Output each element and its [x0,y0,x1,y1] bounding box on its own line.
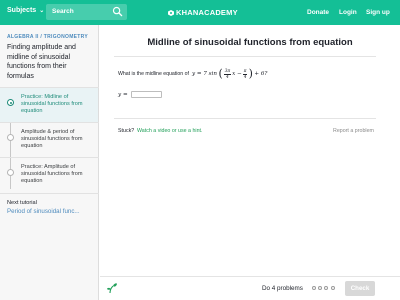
stuck-label: Stuck? [118,128,135,134]
tutorial-title: Finding amplitude and midline of sinusoi… [7,44,76,80]
next-tutorial-link[interactable]: Period of sinusoidal func... [7,208,80,215]
sidebar-item-label: Practice: Midline of sinusoidal function… [21,94,83,114]
login-link[interactable]: Login [339,9,357,16]
fraction: 3π 4 [224,68,231,79]
hint-link[interactable]: Watch a video or use a hint. [137,128,202,134]
answer-row: y = [118,91,162,98]
step-icon [7,134,14,141]
subjects-menu-button[interactable]: Subjects ⌄ [7,7,44,14]
equation-tail: + 6? [254,71,268,78]
equation-lhs: y = 7 sin [191,71,217,78]
progress-dot [312,286,316,290]
search-placeholder: Search [52,8,74,15]
question-text: What is the midline equation of y = 7 si… [118,67,268,81]
sidebar-item-label: Practice: Amplitude of sinusoidal functi… [21,164,83,184]
question-divider [114,118,376,119]
sidebar-item-midline-practice[interactable]: Practice: Midline of sinusoidal function… [0,88,98,122]
problem-count: Do 4 problems [262,285,303,292]
sidebar-item-label: Amplitude & period of sinusoidal functio… [21,129,83,149]
progress-dots [312,286,335,290]
exercise-title: Midline of sinusoidal functions from equ… [147,37,353,48]
equation-middle: x − [232,71,242,78]
progress-dot [330,286,335,290]
progress-dot [324,286,329,290]
top-nav-bar: Subjects ⌄ Search KHANACADEMY Donate Log… [0,0,400,25]
check-button[interactable]: Check [345,281,375,296]
question-prefix: What is the midline equation of [118,71,189,78]
open-paren: ( [218,67,223,81]
khan-leaf-icon [168,10,174,16]
step-icon [7,169,14,176]
fraction: π 4 [243,68,248,79]
answer-prefix: y = [118,91,128,98]
sidebar-divider [0,193,99,194]
fraction-denominator: 4 [226,73,229,79]
khan-academy-logo[interactable]: KHANACADEMY [168,8,238,17]
sidebar-item-amplitude-practice[interactable]: Practice: Amplitude of sinusoidal functi… [0,158,98,192]
search-icon[interactable] [112,6,123,17]
equation: y = 7 sin ( 3π 4 x − π 4 ) + 6? [191,67,268,81]
sidebar-item-amplitude-video[interactable]: Amplitude & period of sinusoidal functio… [0,123,98,157]
breadcrumb[interactable]: ALGEBRA II / TRIGONOMETRY [7,34,88,40]
current-step-icon [7,99,14,106]
close-paren: ) [248,67,253,81]
donate-link[interactable]: Donate [307,9,329,16]
chevron-down-icon: ⌄ [39,8,45,14]
answer-input[interactable] [130,91,162,98]
fraction-denominator: 4 [243,73,247,79]
sprout-icon[interactable] [106,282,118,294]
title-divider [114,56,376,57]
report-problem-link[interactable]: Report a problem [333,128,374,134]
search-input[interactable]: Search [46,4,127,20]
signup-link[interactable]: Sign up [366,9,390,16]
logo-text: KHANACADEMY [176,8,238,17]
progress-dot [318,286,323,290]
subjects-label: Subjects [7,7,37,14]
next-tutorial-label: Next tutorial [7,200,37,206]
